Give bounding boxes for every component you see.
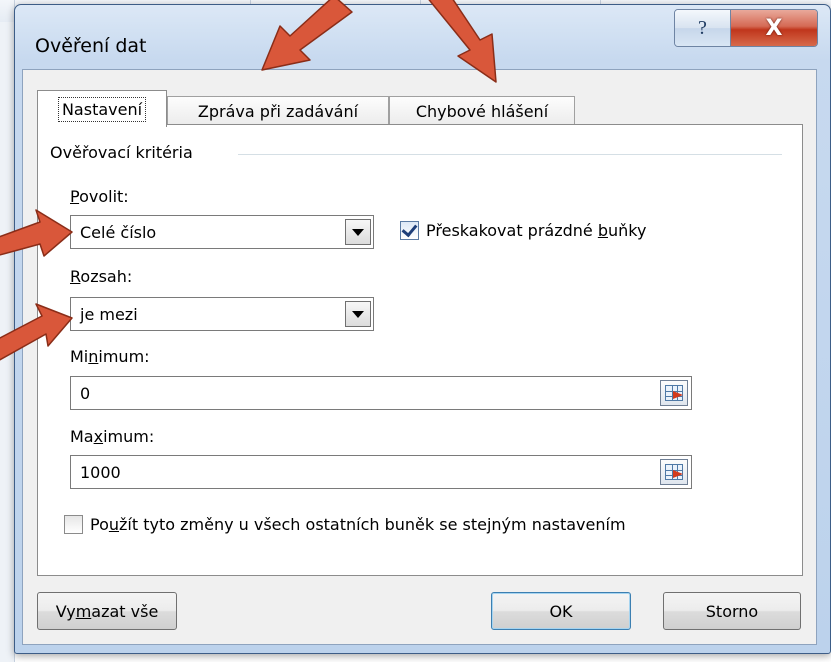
minimum-range-select-button[interactable] <box>660 380 688 406</box>
chevron-down-icon <box>352 310 364 318</box>
allow-label: Povolit: <box>70 187 129 206</box>
spreadsheet-row-headers <box>0 22 15 662</box>
maximum-input-value: 1000 <box>80 462 121 482</box>
close-button[interactable]: X <box>731 10 817 46</box>
tab-error-alert[interactable]: Chybové hlášení <box>389 96 575 126</box>
tab-settings-label: Nastavení <box>57 96 147 122</box>
maximum-label-accesskey: x <box>93 427 104 446</box>
data-select-value: je mezi <box>80 304 138 324</box>
data-label-post: ozsah: <box>80 267 133 286</box>
tab-input-message[interactable]: Zpráva při zadávání <box>167 96 389 126</box>
clear-all-label-accesskey: m <box>75 601 92 621</box>
maximum-label: Maximum: <box>70 427 154 446</box>
cancel-button-label: Storno <box>705 601 759 621</box>
allow-select-value: Celé číslo <box>80 222 157 242</box>
allow-dropdown-button[interactable] <box>345 219 371 245</box>
allow-label-accesskey: P <box>70 187 80 206</box>
group-divider <box>238 154 782 155</box>
help-icon: ? <box>698 16 707 39</box>
data-dropdown-button[interactable] <box>345 301 371 327</box>
validation-criteria-group-label: Ověřovací kritéria <box>50 143 201 162</box>
checkmark-icon <box>401 220 418 238</box>
ignore-blank-checkbox[interactable] <box>400 220 419 240</box>
tab-error-alert-label: Chybové hlášení <box>415 102 549 121</box>
apply-to-all-label[interactable]: Použít tyto změny u všech ostatních buně… <box>90 515 626 534</box>
minimum-input[interactable]: 0 <box>70 376 692 410</box>
ignore-blank-label-post: uňky <box>608 221 647 240</box>
maximum-range-select-button[interactable] <box>660 459 688 485</box>
minimum-label-accesskey: n <box>88 347 99 366</box>
cancel-button[interactable]: Storno <box>663 592 801 630</box>
apply-all-label-pre: Po <box>90 515 109 534</box>
allow-label-post: ovolit: <box>79 187 129 206</box>
dialog-title: Ověření dat <box>35 35 147 57</box>
minimum-label: Minimum: <box>70 347 150 366</box>
data-label-accesskey: R <box>70 267 81 286</box>
ignore-blank-label[interactable]: Přeskakovat prázdné buňky <box>426 221 646 240</box>
caption-buttons: ? X <box>674 9 818 47</box>
clear-all-button[interactable]: Vy m azat vše <box>37 592 177 630</box>
tab-settings[interactable]: Nastavení <box>37 90 167 127</box>
data-validation-dialog: Ověření dat ? X Nastavení Zpráva při zad… <box>14 4 831 654</box>
clear-all-label-pre: Vy <box>55 601 76 621</box>
allow-select[interactable]: Celé číslo <box>70 215 374 249</box>
minimum-input-value: 0 <box>80 383 91 403</box>
minimum-label-post: imum: <box>98 347 150 366</box>
apply-all-label-accesskey: u <box>108 515 120 534</box>
data-select[interactable]: je mezi <box>70 297 374 331</box>
maximum-input[interactable]: 1000 <box>70 455 692 489</box>
settings-panel: Ověřovací kritéria Povolit: Celé číslo P… <box>37 124 803 576</box>
maximum-label-pre: Ma <box>70 427 94 446</box>
ignore-blank-label-pre: Přeskakovat prázdné <box>426 221 598 240</box>
ignore-blank-label-accesskey: b <box>597 221 608 240</box>
data-label: Rozsah: <box>70 267 132 286</box>
apply-all-label-post: žít tyto změny u všech ostatních buněk s… <box>119 515 626 534</box>
ok-button-label: OK <box>549 601 573 621</box>
chevron-down-icon <box>352 228 364 236</box>
tab-input-message-label: Zpráva při zadávání <box>197 102 359 121</box>
maximum-label-post: imum: <box>103 427 155 446</box>
help-button[interactable]: ? <box>675 10 731 46</box>
ok-button[interactable]: OK <box>491 592 631 630</box>
dialog-client-area: Nastavení Zpráva při zadávání Chybové hl… <box>22 69 817 645</box>
clear-all-label-post: azat vše <box>91 601 159 621</box>
minimum-label-pre: Mi <box>70 347 89 366</box>
close-icon: X <box>765 15 783 41</box>
apply-to-all-checkbox[interactable] <box>64 515 83 534</box>
